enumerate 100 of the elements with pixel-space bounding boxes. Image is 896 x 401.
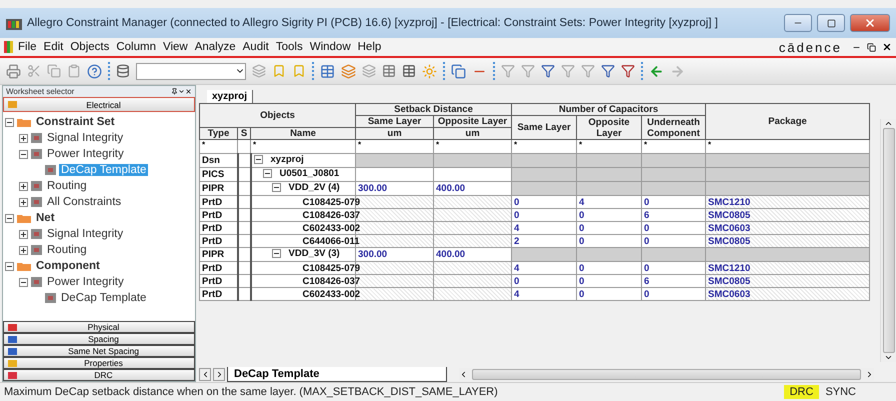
close-icon[interactable] [185, 88, 192, 95]
tree-item[interactable]: Routing [45, 180, 89, 192]
scroll-right-icon[interactable] [865, 370, 874, 378]
collapse-icon[interactable] [272, 249, 280, 258]
unit-header: um [434, 128, 512, 140]
windows-icon[interactable] [451, 64, 466, 78]
close-button[interactable] [850, 14, 890, 32]
dropdown-icon[interactable] [178, 88, 185, 95]
expand-icon[interactable] [19, 198, 28, 206]
scrollbar-thumb[interactable] [882, 128, 894, 353]
tree-item[interactable]: Power Integrity [45, 276, 126, 288]
close-icon [864, 17, 876, 29]
category-button[interactable]: DRC [3, 369, 195, 381]
table-cell: 0 [576, 234, 642, 248]
tree-item[interactable]: Routing [45, 244, 89, 256]
table-cell: 4 [512, 288, 577, 300]
app-icon [4, 41, 14, 53]
object-combo[interactable] [136, 62, 246, 80]
menu-item[interactable]: Tools [276, 41, 303, 53]
menu-item[interactable]: Column [116, 41, 156, 53]
menu-item[interactable]: View [163, 41, 188, 53]
tree-item[interactable]: Signal Integrity [45, 132, 126, 144]
database-icon[interactable] [116, 64, 130, 78]
filter-cell[interactable]: * [706, 140, 870, 154]
menu-item[interactable]: Analyze [194, 41, 236, 53]
filter-cell[interactable]: * [356, 140, 434, 154]
collapse-icon[interactable] [19, 150, 28, 158]
collapse-icon[interactable] [262, 169, 272, 178]
scroll-up-icon[interactable] [884, 119, 893, 128]
menu-item[interactable]: File [18, 41, 37, 53]
category-button[interactable]: Same Net Spacing [3, 345, 195, 357]
sheet-icon [45, 165, 56, 175]
table-cell: 0 [576, 274, 642, 288]
table-cell: SMC0805 [706, 234, 870, 248]
sheet-icon [31, 149, 42, 159]
back-icon[interactable] [649, 64, 664, 78]
menu-item[interactable]: Objects [70, 41, 110, 53]
collapse-icon[interactable] [5, 214, 14, 222]
close-icon[interactable] [882, 42, 892, 52]
folder-icon [17, 213, 31, 223]
table-icon[interactable] [402, 64, 416, 78]
filter-cell[interactable]: * [200, 140, 238, 154]
tree-item[interactable]: Component [34, 260, 102, 272]
collapse-icon[interactable] [5, 118, 14, 126]
collapse-icon[interactable] [254, 155, 262, 164]
table-cell: 400.00 [434, 182, 512, 196]
tree-item[interactable]: All Constraints [45, 196, 124, 208]
minimize-button[interactable] [784, 14, 812, 32]
scroll-down-icon[interactable] [884, 353, 893, 362]
tree-item[interactable]: Net [34, 212, 57, 224]
collapse-icon[interactable] [272, 183, 280, 192]
tree-item[interactable]: Constraint Set [34, 116, 117, 128]
menu-item[interactable]: Audit [242, 41, 269, 53]
scrollbar-thumb[interactable] [472, 368, 861, 380]
clipboard-icon[interactable] [67, 64, 81, 78]
filter-icon[interactable] [541, 64, 555, 78]
filter-icon[interactable] [621, 64, 635, 78]
table-cell: SMC0603 [706, 222, 870, 234]
table-cell: SMC0805 [706, 274, 870, 288]
maximize-button[interactable] [817, 14, 845, 32]
table-cell: 4 [512, 222, 577, 234]
expand-icon[interactable] [19, 134, 28, 142]
pin-icon[interactable] [171, 88, 178, 95]
tree-item[interactable]: DeCap Template [59, 292, 148, 304]
filter-cell[interactable]: * [576, 140, 642, 154]
column-header: Package [706, 104, 870, 140]
menu-item[interactable]: Edit [44, 41, 64, 53]
scroll-left-icon[interactable] [459, 370, 468, 378]
category-button[interactable]: Physical [3, 321, 195, 333]
filter-icon[interactable] [601, 64, 615, 78]
next-sheet-button[interactable] [213, 368, 225, 380]
category-button[interactable]: Electrical [3, 97, 195, 112]
filter-cell[interactable]: * [434, 140, 512, 154]
tree-item[interactable]: Power Integrity [45, 148, 126, 160]
table-icon[interactable] [320, 64, 335, 78]
table-cell: 0 [642, 196, 706, 208]
expand-icon[interactable] [19, 182, 28, 190]
menu-item[interactable]: Help [358, 41, 382, 53]
category-button[interactable]: Properties [3, 357, 195, 369]
filter-cell[interactable]: * [642, 140, 706, 154]
collapse-icon[interactable] [19, 278, 28, 286]
collapse-icon[interactable] [5, 262, 14, 270]
help-icon[interactable] [87, 64, 102, 78]
expand-icon[interactable] [19, 230, 28, 238]
sheet-tab[interactable]: DeCap Template [227, 366, 447, 382]
column-header: Objects [200, 104, 356, 128]
workbook-tab[interactable]: xyzproj [207, 90, 254, 103]
filter-cell[interactable]: * [250, 140, 356, 154]
table-cell: SMC0603 [706, 288, 870, 300]
category-button[interactable]: Spacing [3, 333, 195, 345]
previous-sheet-button[interactable] [199, 368, 211, 380]
menu-item[interactable]: Window [310, 41, 351, 53]
table-cell: 300.00 [356, 182, 434, 196]
printer-icon[interactable] [6, 64, 21, 78]
tree-item[interactable]: Signal Integrity [45, 228, 126, 240]
filter-cell[interactable]: * [512, 140, 577, 154]
table-icon[interactable] [382, 64, 396, 78]
layers-icon[interactable] [341, 64, 356, 78]
restore-icon[interactable] [867, 42, 876, 52]
expand-icon[interactable] [19, 246, 28, 254]
